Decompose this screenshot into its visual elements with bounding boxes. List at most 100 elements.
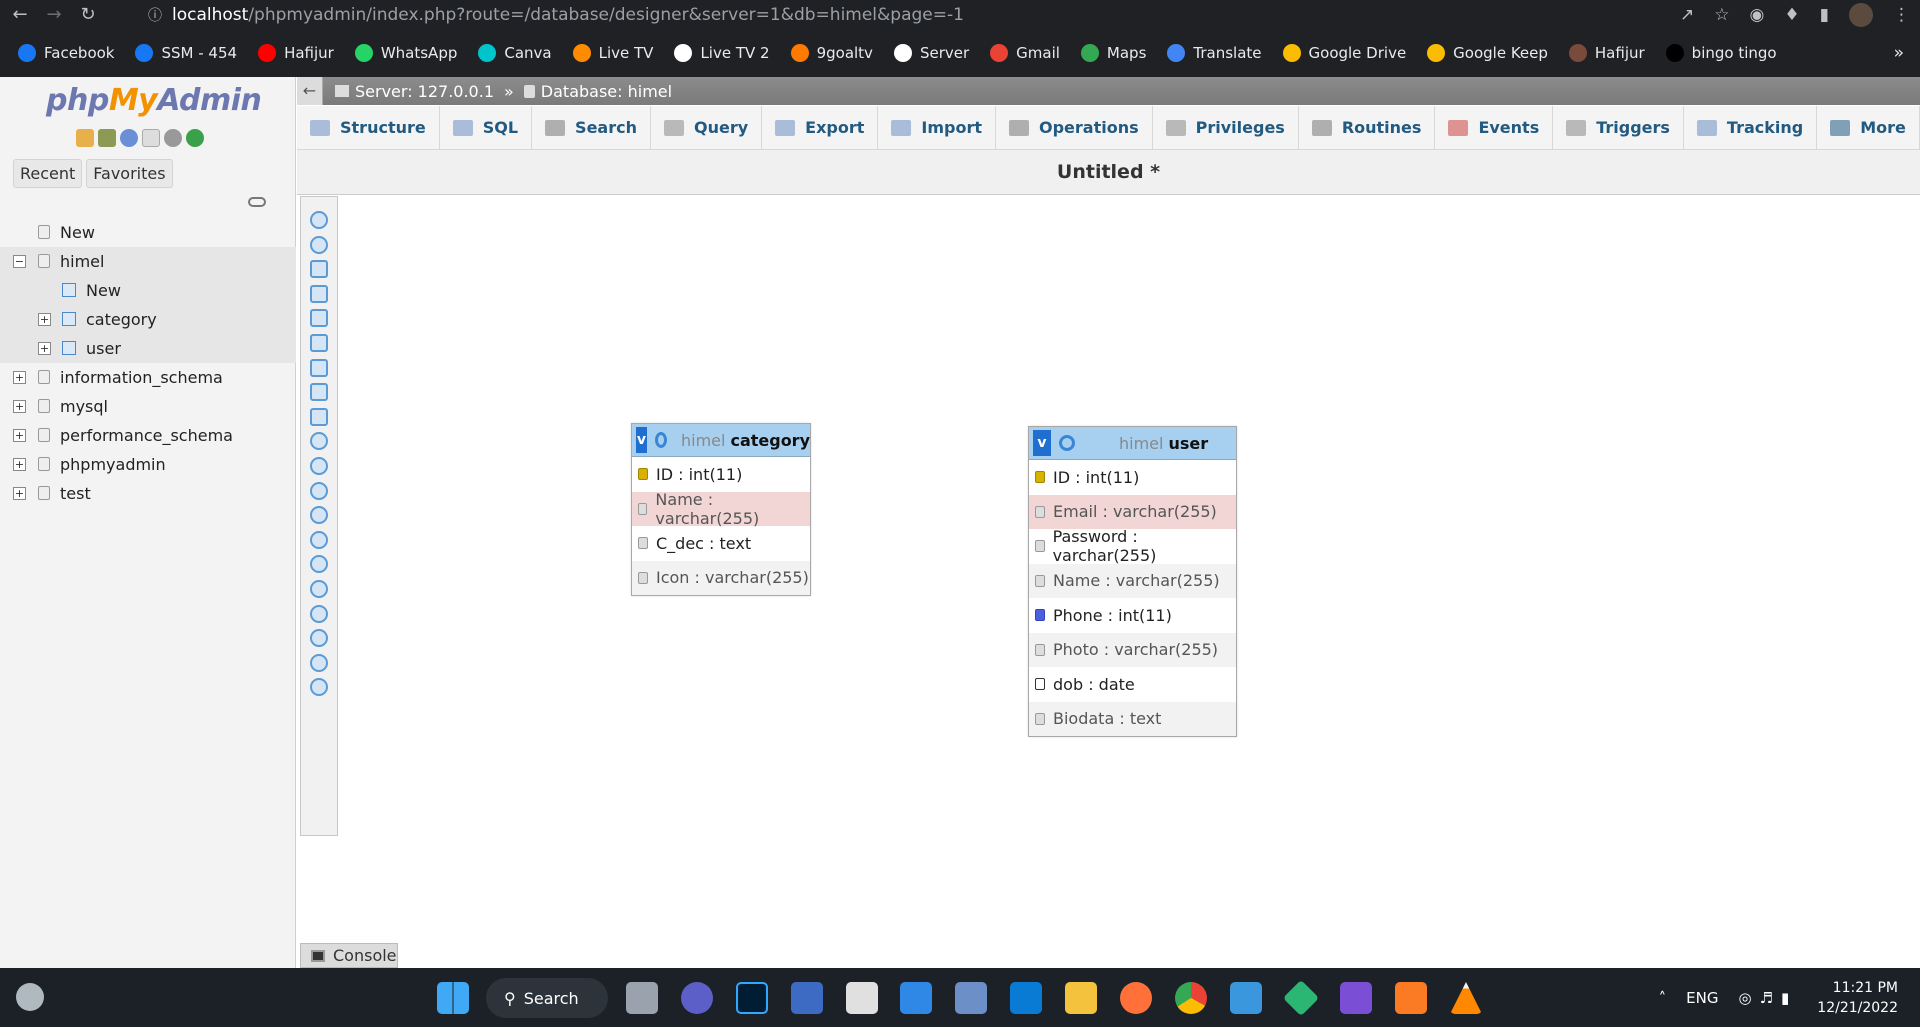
- toggle-columns-button[interactable]: v: [636, 427, 647, 453]
- bookmark-item[interactable]: bingo tingo: [1665, 44, 1777, 62]
- column-row[interactable]: Name : varchar(255): [1029, 563, 1236, 598]
- camera-icon[interactable]: ◉: [1750, 5, 1765, 25]
- address-bar[interactable]: ⓘ localhost/phpmyadmin/index.php?route=/…: [134, 2, 1734, 27]
- vscode-icon[interactable]: [1010, 982, 1042, 1014]
- site-info-icon[interactable]: ⓘ: [148, 5, 162, 25]
- photoshop-icon[interactable]: [736, 982, 768, 1014]
- column-row[interactable]: C_dec : text: [632, 526, 810, 561]
- extensions-icon[interactable]: ♦: [1784, 5, 1799, 25]
- bookmark-item[interactable]: WhatsApp: [354, 44, 457, 62]
- snipping-tool-icon[interactable]: [846, 982, 878, 1014]
- table-header[interactable]: v himel user: [1029, 427, 1236, 460]
- tab-sql[interactable]: SQL: [440, 106, 533, 149]
- column-row[interactable]: ID : int(11): [632, 457, 810, 492]
- expand-icon[interactable]: +: [38, 342, 51, 355]
- start-icon[interactable]: [437, 982, 469, 1014]
- expand-icon[interactable]: +: [13, 400, 26, 413]
- clock[interactable]: 11:21 PM 12/21/2022: [1817, 978, 1898, 1018]
- bookmark-item[interactable]: Facebook: [18, 44, 114, 62]
- weather-icon[interactable]: [16, 983, 44, 1011]
- menu-icon[interactable]: ⋮: [1893, 5, 1910, 25]
- store-icon[interactable]: [900, 982, 932, 1014]
- collapse-sidebar-icon[interactable]: ←: [297, 77, 323, 105]
- tab-search[interactable]: Search: [532, 106, 651, 149]
- favorites-tab[interactable]: Favorites: [86, 159, 173, 188]
- tab-more[interactable]: More: [1817, 106, 1920, 149]
- new-page-icon[interactable]: [310, 284, 328, 303]
- logout-icon[interactable]: [98, 129, 116, 147]
- file-icon[interactable]: [955, 982, 987, 1014]
- move-menu-icon[interactable]: [310, 653, 328, 672]
- pma-logo[interactable]: phpMyAdmin: [46, 83, 262, 118]
- bookmark-item[interactable]: Live TV 2: [674, 44, 770, 62]
- toggle-menu-icon[interactable]: [310, 211, 328, 229]
- tab-routines[interactable]: Routines: [1299, 106, 1436, 149]
- column-row[interactable]: ID : int(11): [1029, 460, 1236, 495]
- expand-icon[interactable]: +: [13, 429, 26, 442]
- app-icon[interactable]: [1282, 979, 1320, 1017]
- expand-icon[interactable]: +: [13, 371, 26, 384]
- column-row[interactable]: Photo : varchar(255): [1029, 632, 1236, 667]
- column-row[interactable]: Name : varchar(255): [632, 490, 810, 528]
- table-header[interactable]: v himel category: [632, 424, 810, 457]
- tree-db-information-schema[interactable]: + information_schema: [0, 363, 296, 392]
- network-icon[interactable]: ◎: [1738, 989, 1751, 1007]
- tree-db-mysql[interactable]: + mysql: [0, 392, 296, 421]
- column-row[interactable]: Email : varchar(255): [1029, 494, 1236, 529]
- tree-db-phpmyadmin[interactable]: + phpmyadmin: [0, 450, 296, 479]
- reload-icon[interactable]: [310, 457, 328, 475]
- chevron-up-icon[interactable]: ˄: [1659, 989, 1667, 1007]
- back-arrow-icon[interactable]: ←: [6, 1, 34, 29]
- bookmark-item[interactable]: SSM - 454: [135, 44, 237, 62]
- column-row[interactable]: Biodata : text: [1029, 701, 1236, 736]
- app-icon[interactable]: [791, 982, 823, 1014]
- bookmark-item[interactable]: Gmail: [990, 44, 1060, 62]
- tree-db-performance-schema[interactable]: + performance_schema: [0, 421, 296, 450]
- designer-table-category[interactable]: v himel category ID : int(11) Name : var…: [631, 423, 811, 596]
- toggle-columns-button[interactable]: v: [1033, 430, 1051, 456]
- bookmark-item[interactable]: Live TV: [572, 44, 653, 62]
- app-icon[interactable]: [1340, 982, 1372, 1014]
- tab-import[interactable]: Import: [878, 106, 996, 149]
- bookmarks-overflow-icon[interactable]: »: [1894, 43, 1904, 63]
- column-row[interactable]: Icon : varchar(255): [632, 560, 810, 595]
- tab-triggers[interactable]: Triggers: [1553, 106, 1684, 149]
- recent-tab[interactable]: Recent: [13, 159, 83, 188]
- pin-text-icon[interactable]: [310, 678, 328, 697]
- breadcrumb-server[interactable]: Server: 127.0.0.1: [355, 82, 494, 101]
- save-as-icon[interactable]: [310, 358, 328, 377]
- column-row[interactable]: Phone : int(11): [1029, 598, 1236, 633]
- share-icon[interactable]: ↗: [1680, 5, 1694, 25]
- tree-new-database[interactable]: New: [0, 218, 296, 247]
- export-schema-icon[interactable]: [310, 629, 328, 648]
- collapse-icon[interactable]: −: [13, 255, 26, 268]
- bookmark-item[interactable]: Server: [893, 44, 969, 62]
- save-icon[interactable]: [310, 334, 328, 352]
- reload-icon[interactable]: ↻: [74, 1, 102, 29]
- sql-docs-icon[interactable]: [142, 129, 160, 147]
- forward-arrow-icon[interactable]: →: [40, 1, 68, 29]
- bookmark-item[interactable]: Hafijur: [258, 44, 334, 62]
- tab-events[interactable]: Events: [1435, 106, 1554, 149]
- add-tables-icon[interactable]: [310, 260, 328, 279]
- expand-icon[interactable]: +: [13, 458, 26, 471]
- settings-gear-icon[interactable]: [164, 129, 182, 147]
- bookmark-item[interactable]: 9goaltv: [790, 44, 873, 62]
- tab-export[interactable]: Export: [762, 106, 879, 149]
- angular-links-icon[interactable]: [310, 506, 328, 525]
- designer-table-user[interactable]: v himel user ID : int(11) Email : varcha…: [1028, 426, 1237, 737]
- create-table-icon[interactable]: [310, 407, 328, 426]
- delete-page-icon[interactable]: [310, 383, 328, 402]
- tree-db-himel[interactable]: − himel: [0, 247, 296, 276]
- star-icon[interactable]: ☆: [1714, 5, 1729, 25]
- firefox-icon[interactable]: [1120, 982, 1152, 1014]
- taskbar-search[interactable]: ⚲ Search: [486, 978, 608, 1018]
- create-relation-icon[interactable]: [310, 432, 328, 451]
- settings-gear-icon[interactable]: [654, 432, 667, 448]
- toggle-small-big-icon[interactable]: [310, 580, 328, 598]
- expand-icon[interactable]: +: [13, 487, 26, 500]
- bookmark-item[interactable]: Google Keep: [1427, 44, 1548, 62]
- tree-table-user[interactable]: + user: [0, 334, 296, 363]
- tree-table-category[interactable]: + category: [0, 305, 296, 334]
- breadcrumb-database[interactable]: Database: himel: [541, 82, 672, 101]
